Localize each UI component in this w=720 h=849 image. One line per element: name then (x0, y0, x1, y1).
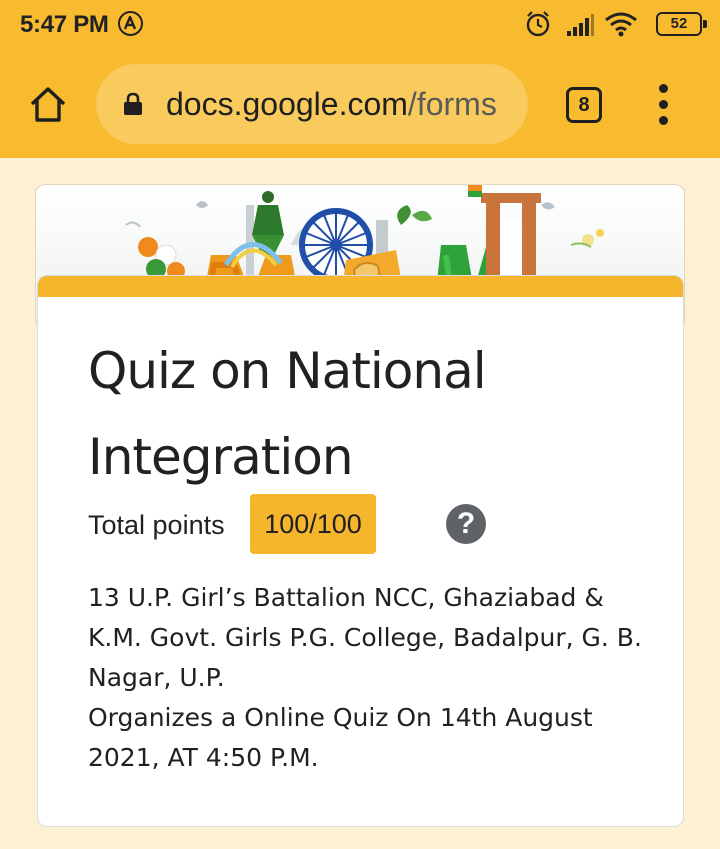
wifi-icon (605, 12, 637, 37)
form-description: 13 U.P. Girl’s Battalion NCC, Ghaziabad … (88, 578, 648, 778)
battery-icon: 52 (656, 12, 707, 36)
more-vert-icon[interactable] (652, 84, 674, 126)
status-time: 5:47 PM (20, 11, 109, 38)
description-line-2: Organizes a Online Quiz On 14th August 2… (88, 703, 593, 772)
url-path: /forms (407, 86, 497, 122)
form-header-card: Quiz on National Integration Total point… (37, 275, 684, 827)
home-icon[interactable] (28, 84, 68, 124)
auto-a-icon (118, 11, 143, 36)
form-title: Quiz on National Integration (88, 342, 487, 486)
browser-toolbar: docs.google.com/forms 8 (0, 50, 720, 158)
card-accent-bar (38, 276, 683, 297)
points-label: Total points (88, 510, 225, 540)
description-line-1: 13 U.P. Girl’s Battalion NCC, Ghaziabad … (88, 583, 642, 692)
status-bar: 5:47 PM 52 (0, 0, 720, 50)
url-text: docs.google.com/forms (166, 86, 497, 123)
lock-icon (124, 92, 142, 115)
alarm-icon (526, 11, 550, 37)
help-icon[interactable]: ? (446, 504, 486, 544)
tab-switcher-button[interactable]: 8 (566, 87, 602, 123)
address-bar[interactable]: docs.google.com/forms (96, 64, 528, 144)
points-badge: 100/100 (250, 494, 376, 554)
url-domain: docs.google.com (166, 86, 408, 122)
signal-icon (567, 14, 594, 36)
